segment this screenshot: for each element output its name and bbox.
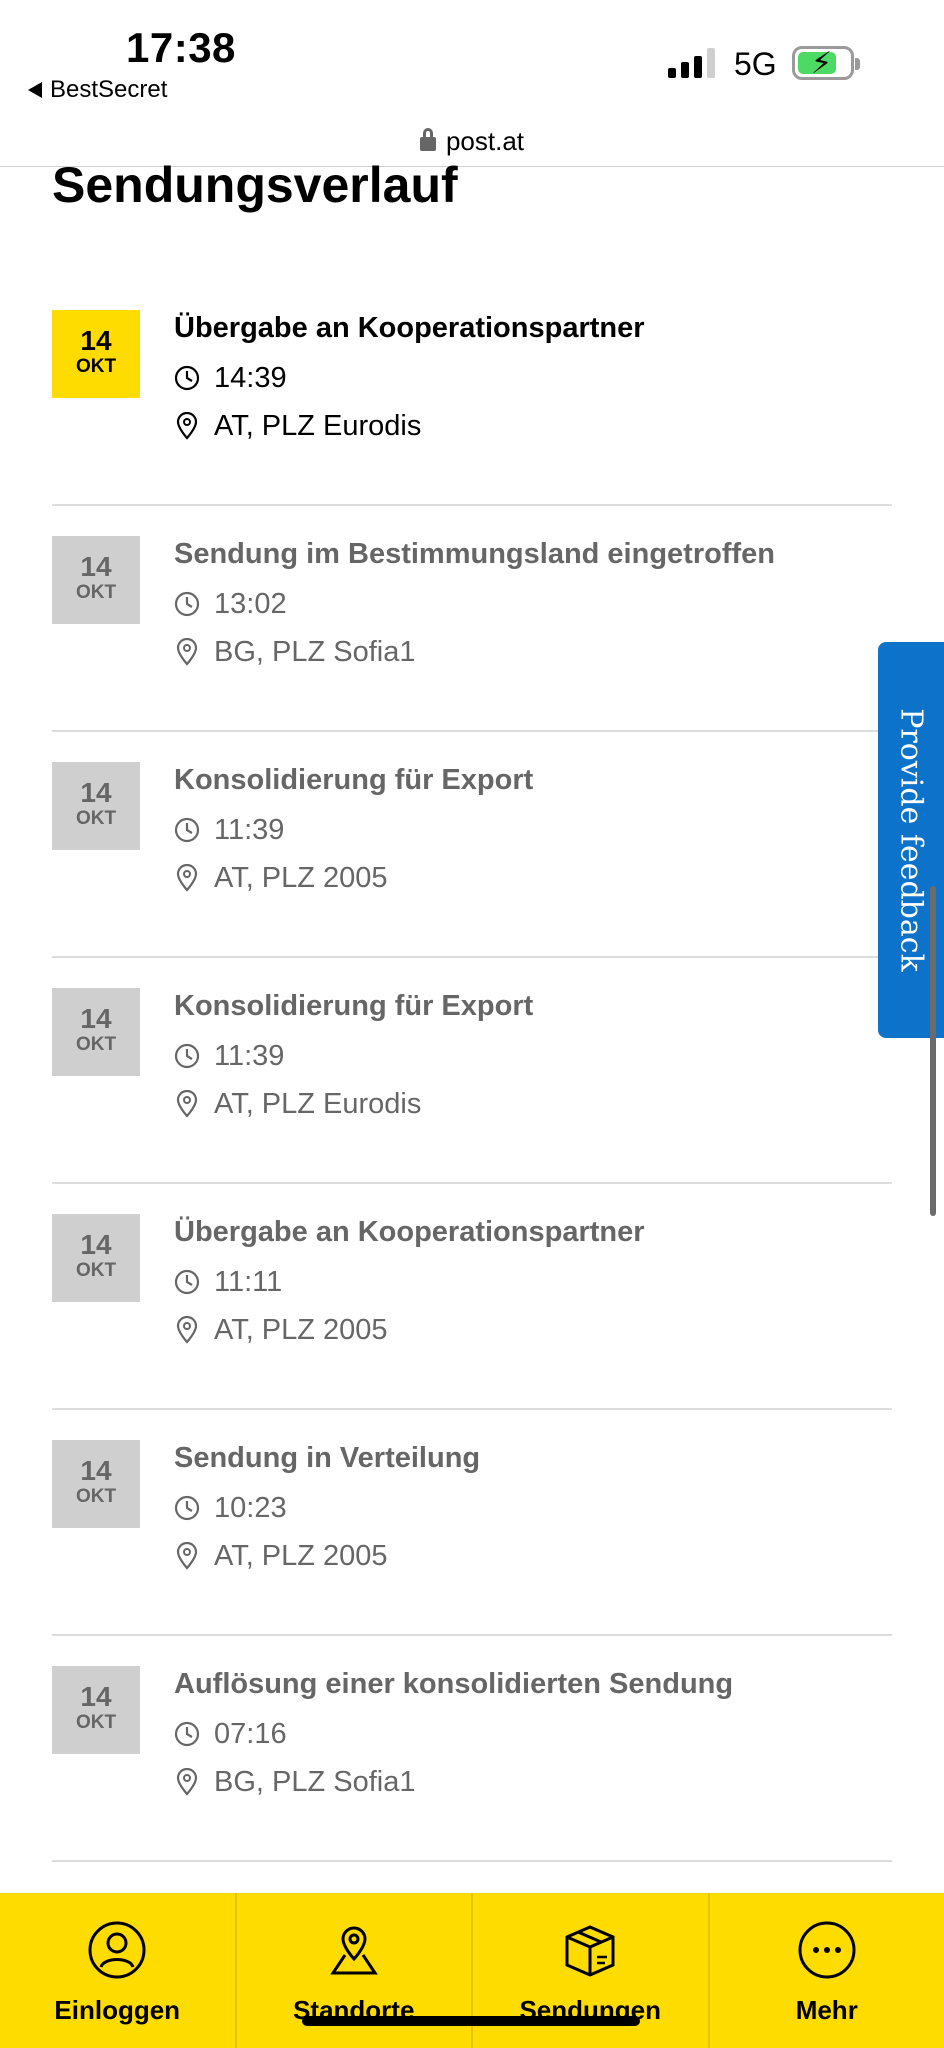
event-time: 07:16 bbox=[214, 1718, 287, 1750]
nav-label: Mehr bbox=[795, 1995, 858, 2025]
clock-icon bbox=[174, 1042, 200, 1070]
scrollbar[interactable] bbox=[930, 886, 936, 1216]
location-pin-icon bbox=[174, 864, 200, 892]
status-bar: 17:38 BestSecret 5G ⚡ bbox=[0, 0, 944, 120]
date-badge: 14 OKT bbox=[52, 762, 140, 850]
event-time: 10:23 bbox=[214, 1492, 287, 1524]
status-time: 17:38 bbox=[126, 24, 236, 71]
event-title: Übergabe an Kooperationspartner bbox=[174, 1216, 645, 1248]
event-title: Sendung in Verteilung bbox=[174, 1442, 481, 1474]
tracking-event: 14 OKT Auflösung einer konsolidierten Se… bbox=[52, 1636, 892, 1862]
date-badge: 14 OKT bbox=[52, 536, 140, 624]
date-badge: 14 OKT bbox=[52, 1214, 140, 1302]
location-pin-icon bbox=[174, 1542, 200, 1570]
page-title: Sendungsverlauf bbox=[52, 157, 458, 213]
map-pin-icon bbox=[329, 1926, 378, 1975]
date-month: OKT bbox=[75, 582, 117, 603]
event-title: Sendung im Bestimmungsland eingetroffen bbox=[174, 538, 775, 570]
location-pin-icon bbox=[174, 638, 200, 666]
date-day: 14 bbox=[80, 1681, 112, 1712]
date-day: 14 bbox=[80, 1003, 112, 1034]
date-day: 14 bbox=[80, 1229, 112, 1260]
date-month: OKT bbox=[75, 808, 117, 829]
event-time: 11:11 bbox=[214, 1266, 283, 1298]
tracking-event: 14 OKT Sendung im Bestimmungsland einget… bbox=[52, 506, 892, 732]
event-title: Auflösung einer konsolidierten Sendung bbox=[174, 1668, 734, 1700]
event-location: AT, PLZ Eurodis bbox=[214, 410, 422, 442]
date-month: OKT bbox=[75, 1486, 117, 1507]
event-location: AT, PLZ 2005 bbox=[214, 862, 388, 894]
signal-strength-icon bbox=[668, 48, 715, 78]
date-day: 14 bbox=[80, 777, 112, 808]
tracking-history-list: 14 OKT Übergabe an Kooperationspartner 1… bbox=[52, 280, 892, 1862]
back-to-app-link[interactable]: BestSecret bbox=[28, 76, 167, 104]
date-month: OKT bbox=[75, 1260, 117, 1281]
url-domain: post.at bbox=[445, 125, 525, 156]
event-location: AT, PLZ 2005 bbox=[214, 1540, 388, 1572]
home-indicator[interactable] bbox=[302, 2016, 640, 2026]
more-icon bbox=[798, 1921, 856, 1979]
battery-charging-icon: ⚡ bbox=[792, 46, 860, 80]
tracking-event: 14 OKT Konsolidierung für Export 11:39 A… bbox=[52, 958, 892, 1184]
date-badge: 14 OKT bbox=[52, 1440, 140, 1528]
tracking-event: 14 OKT Übergabe an Kooperationspartner 1… bbox=[52, 1184, 892, 1410]
lock-icon bbox=[419, 128, 436, 151]
event-location: BG, PLZ Sofia1 bbox=[214, 636, 416, 668]
tracking-event: 14 OKT Übergabe an Kooperationspartner 1… bbox=[52, 280, 892, 506]
date-month: OKT bbox=[75, 1712, 117, 1733]
date-badge: 14 OKT bbox=[52, 1666, 140, 1754]
date-month: OKT bbox=[75, 1034, 117, 1055]
nav-label: Einloggen bbox=[54, 1995, 181, 2025]
network-type: 5G bbox=[734, 46, 777, 82]
clock-icon bbox=[174, 816, 200, 844]
feedback-label: Provide feedback bbox=[893, 708, 929, 972]
clock-icon bbox=[174, 590, 200, 618]
back-app-label: BestSecret bbox=[50, 76, 168, 103]
user-icon bbox=[88, 1921, 146, 1979]
event-location: AT, PLZ 2005 bbox=[214, 1314, 388, 1346]
event-time: 14:39 bbox=[214, 362, 287, 394]
clock-icon bbox=[174, 1720, 200, 1748]
tracking-event: 14 OKT Konsolidierung für Export 11:39 A… bbox=[52, 732, 892, 958]
event-title: Konsolidierung für Export bbox=[174, 764, 534, 796]
nav-item-mehr[interactable]: Mehr bbox=[710, 1893, 944, 2048]
event-time: 11:39 bbox=[214, 814, 285, 846]
event-time: 11:39 bbox=[214, 1040, 285, 1072]
event-title: Konsolidierung für Export bbox=[174, 990, 534, 1022]
location-pin-icon bbox=[174, 1768, 200, 1796]
date-badge: 14 OKT bbox=[52, 310, 140, 398]
date-day: 14 bbox=[80, 551, 112, 582]
event-title: Übergabe an Kooperationspartner bbox=[174, 312, 645, 344]
date-day: 14 bbox=[80, 1455, 112, 1486]
clock-icon bbox=[174, 364, 200, 392]
location-pin-icon bbox=[174, 412, 200, 440]
tracking-event: 14 OKT Sendung in Verteilung 10:23 AT, P… bbox=[52, 1410, 892, 1636]
date-badge: 14 OKT bbox=[52, 988, 140, 1076]
location-pin-icon bbox=[174, 1090, 200, 1118]
location-pin-icon bbox=[174, 1316, 200, 1344]
nav-item-einloggen[interactable]: Einloggen bbox=[0, 1893, 237, 2048]
event-time: 13:02 bbox=[214, 588, 287, 620]
clock-icon bbox=[174, 1268, 200, 1296]
date-day: 14 bbox=[80, 325, 112, 356]
clock-icon bbox=[174, 1494, 200, 1522]
back-triangle-icon bbox=[28, 82, 42, 98]
date-month: OKT bbox=[75, 356, 117, 377]
package-icon bbox=[565, 1925, 615, 1977]
event-location: BG, PLZ Sofia1 bbox=[214, 1766, 416, 1798]
event-location: AT, PLZ Eurodis bbox=[214, 1088, 422, 1120]
